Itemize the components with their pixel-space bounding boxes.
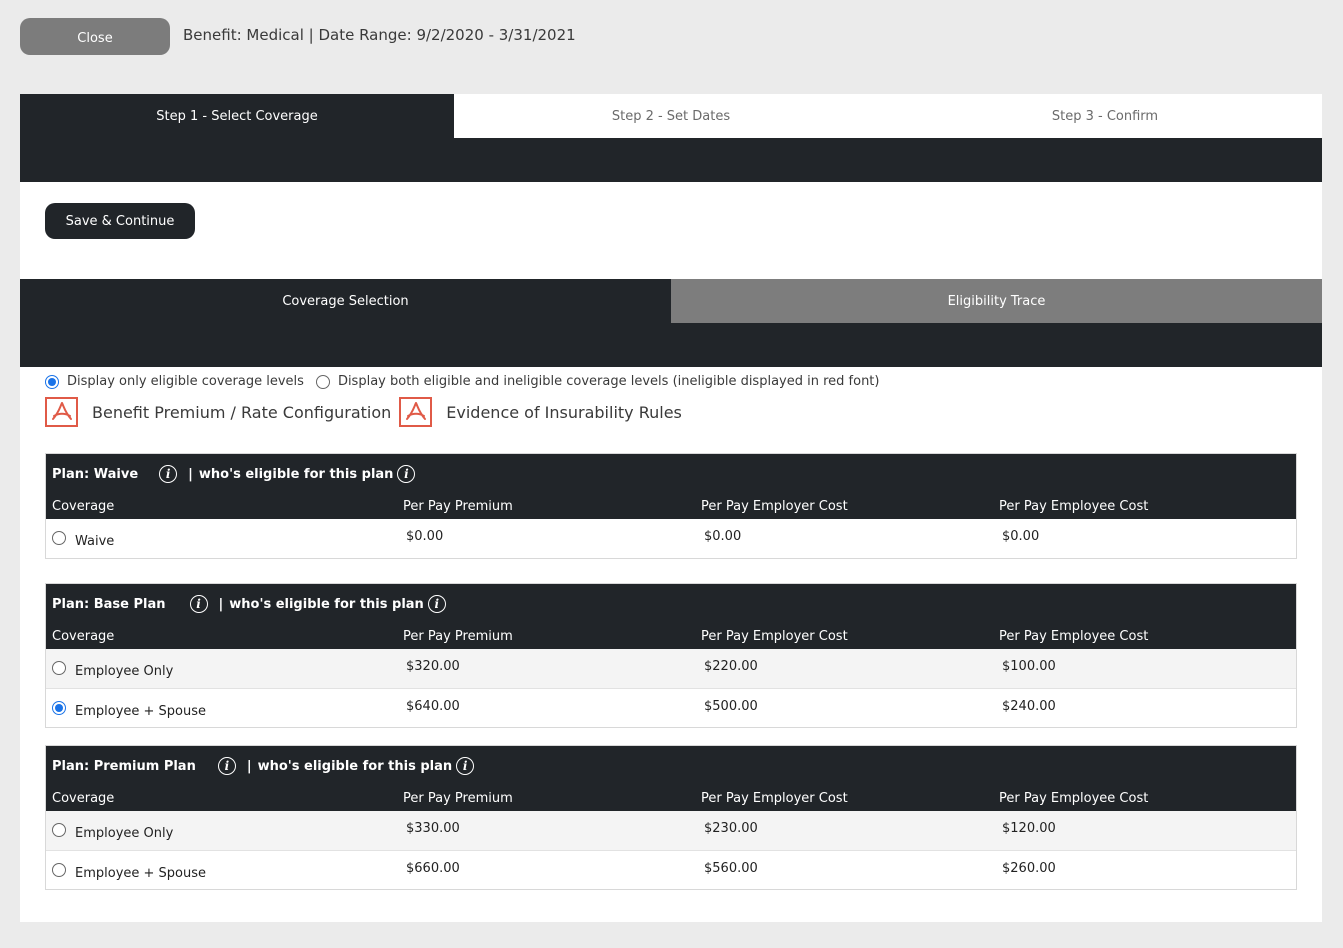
col-employee: Per Pay Employee Cost (999, 629, 1149, 644)
coverage-label: Waive (75, 534, 115, 549)
display-eligible-radio[interactable] (45, 374, 59, 389)
display-all-radio[interactable] (315, 374, 330, 389)
coverage-radio[interactable] (52, 701, 66, 715)
rate-config-link[interactable]: Benefit Premium / Rate Configuration (45, 397, 391, 427)
col-employee: Per Pay Employee Cost (999, 791, 1149, 806)
employee-value: $120.00 (1002, 821, 1056, 836)
step-select-coverage[interactable]: Step 1 - Select Coverage (20, 94, 454, 138)
info-icon[interactable]: i (427, 595, 446, 613)
employer-value: $230.00 (704, 821, 758, 836)
col-premium: Per Pay Premium (403, 791, 513, 806)
info-icon[interactable]: i (397, 465, 416, 483)
display-options: Display only eligible coverage levels Di… (45, 374, 879, 389)
info-icon[interactable]: i (217, 757, 236, 775)
info-icon[interactable]: i (189, 595, 208, 613)
plan-base: Plan: Base Plan i | who's eligible for t… (45, 583, 1297, 728)
employer-value: $560.00 (704, 861, 758, 876)
info-icon[interactable]: i (456, 757, 475, 775)
rate-config-label: Benefit Premium / Rate Configuration (92, 402, 392, 422)
coverage-label: Employee + Spouse (75, 866, 207, 881)
eoi-rules-link[interactable]: Evidence of Insurability Rules (399, 397, 682, 427)
plan-title: Plan: Waive (52, 466, 139, 482)
employee-value: $100.00 (1002, 659, 1056, 674)
step-confirm[interactable]: Step 3 - Confirm (888, 94, 1322, 138)
col-coverage: Coverage (52, 791, 115, 806)
plan-waive: Plan: Waive i | who's eligible for this … (45, 453, 1297, 559)
pdf-icon (45, 397, 78, 427)
employee-value: $240.00 (1002, 699, 1056, 714)
premium-value: $330.00 (406, 821, 460, 836)
premium-value: $320.00 (406, 659, 460, 674)
col-coverage: Coverage (52, 499, 115, 514)
premium-value: $640.00 (406, 699, 460, 714)
premium-value: $660.00 (406, 861, 460, 876)
coverage-label: Employee + Spouse (75, 704, 207, 719)
table-row[interactable]: Waive $0.00 $0.00 $0.00 (46, 519, 1296, 558)
step-tabs: Step 1 - Select Coverage Step 2 - Set Da… (20, 94, 1322, 138)
pdf-icon (399, 397, 433, 427)
display-eligible-option[interactable]: Display only eligible coverage levels (45, 374, 304, 389)
col-premium: Per Pay Premium (403, 499, 513, 514)
tab-eligibility-trace[interactable]: Eligibility Trace (671, 279, 1322, 323)
coverage-radio[interactable] (52, 823, 66, 837)
step-set-dates[interactable]: Step 2 - Set Dates (454, 94, 888, 138)
coverage-radio[interactable] (52, 531, 66, 545)
coverage-radio[interactable] (52, 863, 66, 877)
close-button[interactable]: Close (20, 18, 170, 55)
table-row[interactable]: Employee Only $330.00 $230.00 $120.00 (46, 811, 1296, 850)
eligible-link[interactable]: who's eligible for this plan (229, 597, 424, 612)
close-button-label: Close (77, 31, 113, 46)
col-premium: Per Pay Premium (403, 629, 513, 644)
tab-coverage-selection[interactable]: Coverage Selection (20, 279, 671, 323)
table-row[interactable]: Employee + Spouse $660.00 $560.00 $260.0… (46, 850, 1296, 889)
col-employer: Per Pay Employer Cost (701, 499, 848, 514)
col-coverage: Coverage (52, 629, 115, 644)
table-row[interactable]: Employee Only $320.00 $220.00 $100.00 (46, 649, 1296, 688)
steps-bar (20, 138, 1322, 182)
employer-value: $220.00 (704, 659, 758, 674)
benefit-info: Benefit: Medical | Date Range: 9/2/2020 … (183, 26, 576, 44)
coverage-tabs: Coverage Selection Eligibility Trace (20, 279, 1322, 367)
col-employer: Per Pay Employer Cost (701, 791, 848, 806)
main-panel: Step 1 - Select Coverage Step 2 - Set Da… (20, 94, 1322, 922)
plan-title: Plan: Base Plan (52, 596, 166, 612)
coverage-label: Employee Only (75, 664, 174, 679)
display-all-label: Display both eligible and ineligible cov… (337, 374, 880, 389)
employee-value: $0.00 (1002, 529, 1040, 544)
table-row[interactable]: Employee + Spouse $640.00 $500.00 $240.0… (46, 688, 1296, 727)
coverage-label: Employee Only (75, 826, 174, 841)
display-eligible-label: Display only eligible coverage levels (67, 374, 304, 389)
info-icon[interactable]: i (159, 465, 178, 483)
eligible-link[interactable]: who's eligible for this plan (199, 467, 394, 482)
save-continue-button[interactable]: Save & Continue (45, 203, 195, 239)
col-employee: Per Pay Employee Cost (999, 499, 1149, 514)
premium-value: $0.00 (406, 529, 444, 544)
document-links: Benefit Premium / Rate Configuration Evi… (45, 397, 690, 427)
employee-value: $260.00 (1002, 861, 1056, 876)
display-all-option[interactable]: Display both eligible and ineligible cov… (315, 374, 880, 389)
plan-title: Plan: Premium Plan (52, 758, 196, 774)
eoi-rules-label: Evidence of Insurability Rules (446, 402, 682, 422)
coverage-radio[interactable] (52, 661, 66, 675)
employer-value: $500.00 (704, 699, 758, 714)
employer-value: $0.00 (704, 529, 742, 544)
col-employer: Per Pay Employer Cost (701, 629, 848, 644)
plan-premium: Plan: Premium Plan i | who's eligible fo… (45, 745, 1297, 890)
eligible-link[interactable]: who's eligible for this plan (258, 759, 453, 774)
